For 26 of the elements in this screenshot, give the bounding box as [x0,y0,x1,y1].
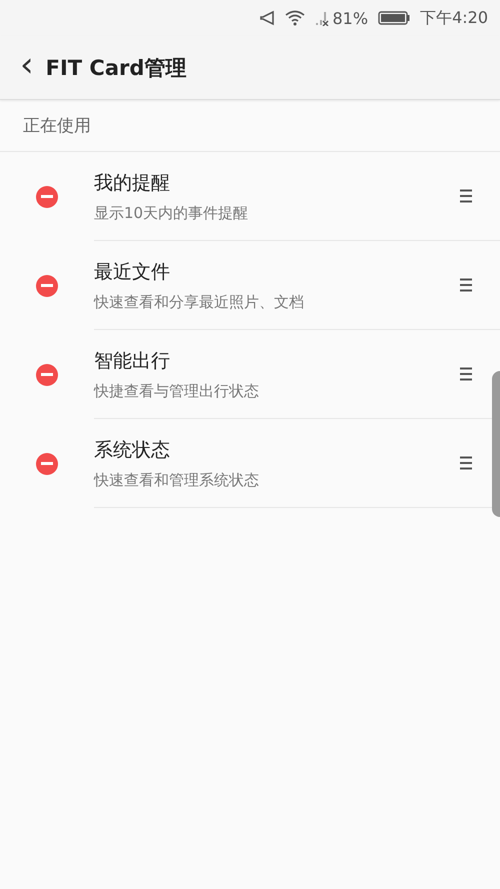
drag-handle-icon[interactable] [460,456,472,470]
card-title: 最近文件 [94,260,171,284]
remove-button[interactable] [36,186,58,208]
battery-icon [378,11,410,25]
remove-button[interactable] [36,274,58,296]
card-description: 快速查看和管理系统状态 [94,470,260,490]
remove-button[interactable] [36,364,58,386]
drag-handle-icon[interactable] [460,189,472,203]
remove-button[interactable] [36,452,58,474]
section-title: 正在使用 [23,115,91,137]
wifi-icon [284,10,304,26]
drag-handle-icon[interactable] [460,278,472,292]
signal-icon [314,10,328,26]
card-title: 系统状态 [94,438,171,462]
edge-handle[interactable] [492,371,500,517]
battery-percent: 81% [332,8,368,28]
card-description: 快速查看和分享最近照片、文档 [94,292,305,312]
clock-time: 下午4:20 [420,8,488,28]
card-title: 智能出行 [94,348,171,374]
card-description: 快捷查看与管理出行状态 [94,382,260,400]
card-description: 显示10天内的事件提醒 [94,204,250,222]
page-title: FIT Card管理 [46,54,186,82]
mute-icon [258,10,274,26]
drag-handle-icon[interactable] [460,367,472,381]
card-title: 我的提醒 [94,170,171,196]
back-button[interactable]: ‹ [16,48,38,82]
